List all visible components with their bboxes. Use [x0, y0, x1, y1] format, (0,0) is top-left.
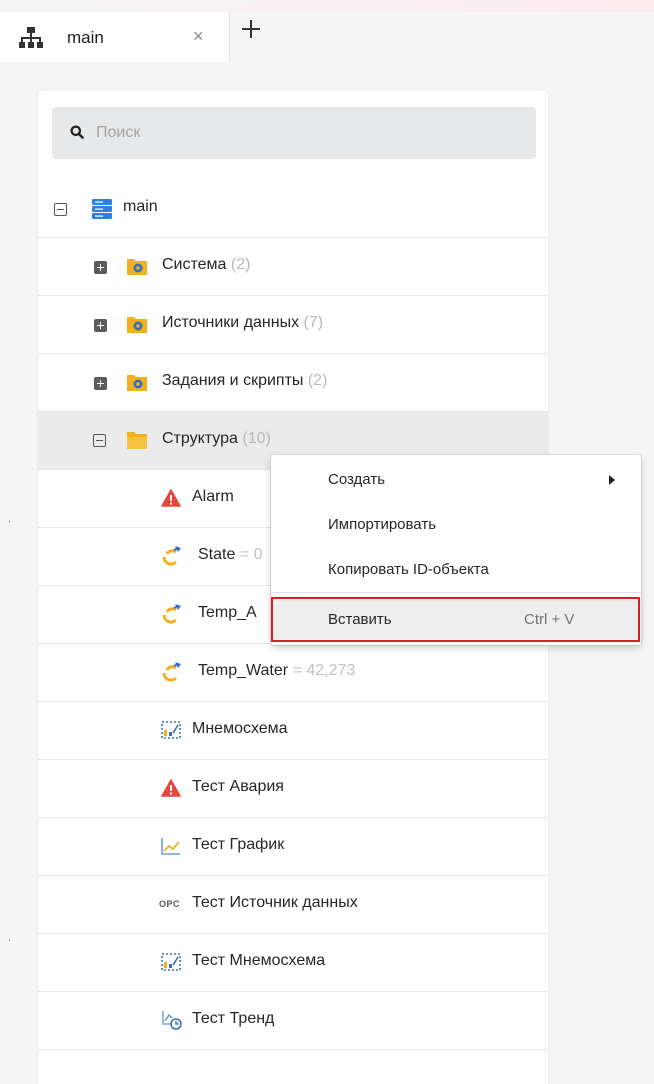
tree-item-test-alarm[interactable]: Тест Авария [38, 760, 548, 818]
item-value: = 42,273 [292, 662, 356, 679]
menu-item-import[interactable]: Импортировать [271, 502, 641, 547]
tree-root-main[interactable]: main [38, 180, 548, 238]
search-icon [70, 125, 84, 139]
collapse-toggle[interactable] [54, 203, 67, 216]
alarm-icon [161, 489, 181, 507]
folder-label: Структура [162, 430, 238, 447]
menu-item-label: Импортировать [328, 516, 437, 533]
menu-divider [271, 592, 641, 593]
server-icon [92, 199, 112, 219]
tab-bar: main × [0, 0, 654, 70]
folder-label: Система [162, 256, 227, 273]
item-label: Temp_A [198, 604, 257, 621]
item-value: = 0 [239, 546, 263, 563]
menu-item-create[interactable]: Создать [271, 457, 641, 502]
alarm-icon [161, 779, 181, 797]
chart-icon [161, 838, 180, 855]
search-input[interactable] [96, 107, 516, 159]
trend-icon [162, 1011, 182, 1030]
expand-toggle[interactable] [94, 261, 107, 274]
tree-item-test-mnemonic[interactable]: Тест Мнемосхема [38, 934, 548, 992]
context-menu: Создать Импортировать Копировать ID-объе… [271, 455, 641, 645]
item-label: State [198, 546, 236, 563]
tab-main[interactable]: main × [0, 12, 230, 62]
hierarchy-icon [19, 27, 43, 48]
item-label: Тест Авария [192, 778, 284, 795]
search-box[interactable] [52, 107, 536, 159]
folder-label: Источники данных [162, 314, 300, 331]
variable-icon [162, 662, 181, 682]
expand-toggle[interactable] [94, 377, 107, 390]
collapse-toggle[interactable] [93, 434, 106, 447]
close-icon[interactable]: × [193, 26, 204, 47]
edge-mark [9, 521, 10, 522]
submenu-arrow-icon [609, 475, 615, 485]
mnemonic-icon [161, 953, 181, 971]
tree-folder-system[interactable]: Система (2) [38, 238, 548, 296]
add-tab-button[interactable] [242, 20, 260, 38]
opc-icon: OPC [159, 899, 181, 909]
item-label: Тест Тренд [192, 1010, 275, 1027]
gear-folder-icon [127, 259, 147, 275]
item-label: Temp_Water [198, 662, 289, 679]
gear-folder-icon [127, 317, 147, 333]
folder-label: Задания и скрипты [162, 372, 304, 389]
tree-root-label: main [123, 198, 158, 215]
item-label: Тест График [192, 836, 285, 853]
folder-count: (2) [230, 256, 251, 273]
tree-item-test-trend[interactable]: Тест Тренд [38, 992, 548, 1050]
mnemonic-icon [161, 721, 181, 739]
tree-item-temp-water[interactable]: Temp_Water = 42,273 [38, 644, 548, 702]
tree-item-test-chart[interactable]: Тест График [38, 818, 548, 876]
menu-item-paste[interactable]: Вставить Ctrl + V [271, 597, 640, 642]
item-label: Тест Мнемосхема [192, 952, 326, 969]
menu-item-copy-id[interactable]: Копировать ID-объекта [271, 547, 641, 592]
tree-item-mnemonic[interactable]: Мнемосхема [38, 702, 548, 760]
expand-toggle[interactable] [94, 319, 107, 332]
tree-folder-datasources[interactable]: Источники данных (7) [38, 296, 548, 354]
item-label: Alarm [192, 488, 234, 505]
folder-icon [127, 432, 147, 449]
folder-count: (7) [303, 314, 324, 331]
menu-item-label: Копировать ID-объекта [328, 561, 489, 578]
tab-label: main [67, 28, 104, 47]
menu-item-label: Вставить [328, 611, 392, 628]
gear-folder-icon [127, 375, 147, 391]
tree-folder-jobs[interactable]: Задания и скрипты (2) [38, 354, 548, 412]
variable-icon [162, 546, 181, 566]
menu-item-shortcut: Ctrl + V [524, 611, 575, 628]
tab-bar-accent [0, 0, 654, 12]
folder-count: (10) [242, 430, 271, 447]
variable-icon [162, 604, 181, 624]
folder-count: (2) [307, 372, 328, 389]
item-label: Мнемосхема [192, 720, 288, 737]
tree-item-test-datasource[interactable]: OPC Тест Источник данных [38, 876, 548, 934]
edge-mark [9, 940, 10, 941]
menu-item-label: Создать [328, 471, 386, 488]
item-label: Тест Источник данных [192, 894, 358, 911]
